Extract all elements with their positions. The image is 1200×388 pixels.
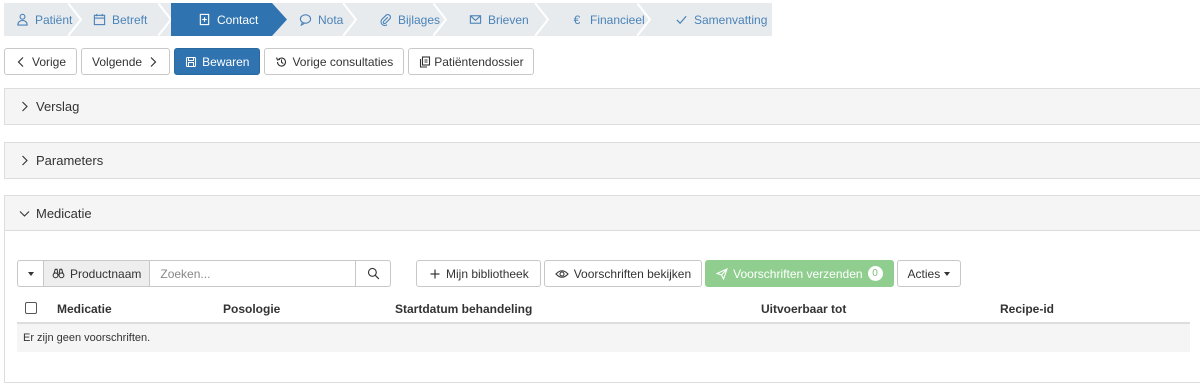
my-library-label: Mijn bibliotheek — [446, 266, 529, 281]
step-label: Contact — [217, 12, 259, 27]
envelope-icon — [468, 13, 482, 27]
wizard-steps: Patiënt Betreft Contact Nota Bijlages Br… — [4, 3, 772, 36]
prescription-count-badge: 0 — [867, 266, 883, 281]
save-button-label: Bewaren — [202, 54, 250, 69]
panel-medicatie-header[interactable]: Medicatie — [5, 196, 1200, 231]
column-header-recipe-id[interactable]: Recipe-id — [1000, 302, 1054, 316]
step-financieel[interactable]: € Financieel — [548, 3, 651, 36]
send-prescriptions-label: Voorschriften verzenden — [733, 266, 863, 281]
prescriptions-table: Medicatie Posologie Startdatum behandeli… — [17, 294, 1190, 352]
actions-label: Acties — [907, 266, 941, 281]
eye-icon — [554, 269, 569, 278]
step-separator — [343, 3, 357, 36]
paper-plane-icon — [716, 267, 729, 280]
panel-parameters-header[interactable]: Parameters — [5, 143, 1200, 178]
empty-table-message: Er zijn geen voorschriften. — [23, 332, 151, 344]
search-field-label: Productnaam — [70, 266, 142, 281]
column-header-medicatie[interactable]: Medicatie — [57, 302, 112, 316]
select-all-checkbox[interactable] — [25, 302, 37, 314]
previous-consultations-button[interactable]: Vorige consultaties — [264, 48, 405, 75]
previous-button[interactable]: Vorige — [4, 48, 78, 75]
patient-dossier-label: Patiëntendossier — [434, 54, 524, 69]
user-icon — [15, 13, 29, 27]
panel-title: Medicatie — [36, 205, 92, 221]
toolbar: Vorige Volgende Bewaren Vorige consultat… — [4, 48, 534, 76]
calendar-icon — [92, 13, 106, 27]
binoculars-icon — [52, 268, 65, 279]
active-step-arrow — [272, 3, 287, 36]
actions-dropdown-button[interactable]: Acties — [896, 260, 962, 287]
save-icon — [186, 56, 197, 67]
save-button[interactable]: Bewaren — [174, 48, 261, 75]
panel-verslag-header[interactable]: Verslag — [5, 89, 1200, 124]
step-label: Brieven — [488, 12, 529, 27]
chevron-right-icon — [150, 56, 157, 67]
step-bijlages[interactable]: Bijlages — [356, 3, 447, 36]
panel-title: Parameters — [36, 153, 104, 168]
search-field-selector[interactable]: Productnaam — [44, 260, 151, 287]
caret-down-icon — [944, 271, 951, 276]
panel-medicatie: Medicatie Productnaam Mijn bibliotheek V… — [4, 195, 1200, 383]
paperclip-icon — [378, 13, 392, 27]
panel-verslag: Verslag — [4, 88, 1200, 125]
step-samenvatting[interactable]: Samenvatting — [650, 3, 772, 36]
comment-icon — [298, 13, 312, 27]
view-prescriptions-label: Voorschriften bekijken — [573, 266, 692, 281]
step-separator — [433, 3, 447, 36]
chevron-right-icon — [22, 101, 28, 112]
step-separator — [68, 3, 82, 36]
step-label: Samenvatting — [694, 12, 768, 27]
copy-file-icon — [420, 55, 431, 68]
step-brieven[interactable]: Brieven — [446, 3, 549, 36]
my-library-button[interactable]: Mijn bibliotheek — [416, 260, 541, 287]
step-separator — [637, 3, 651, 36]
search-input[interactable] — [150, 260, 357, 287]
panel-parameters: Parameters — [4, 142, 1200, 179]
column-header-startdatum[interactable]: Startdatum behandeling — [395, 302, 532, 316]
plus-icon — [430, 269, 440, 278]
step-label: Nota — [318, 12, 344, 27]
step-contact[interactable]: Contact — [171, 3, 287, 36]
chevron-right-icon — [22, 155, 28, 166]
empty-table-row: Er zijn geen voorschriften. — [17, 324, 1190, 352]
medical-file-icon — [197, 13, 211, 27]
check-icon — [674, 13, 688, 27]
step-label: Betreft — [112, 12, 148, 27]
step-separator — [535, 3, 549, 36]
next-button-label: Volgende — [92, 54, 143, 69]
product-search-group: Productnaam — [17, 260, 392, 288]
step-patient[interactable]: Patiënt — [4, 3, 82, 36]
euro-icon: € — [573, 12, 581, 27]
search-button[interactable] — [356, 260, 392, 287]
next-button[interactable]: Volgende — [81, 48, 171, 75]
view-prescriptions-button[interactable]: Voorschriften bekijken — [543, 260, 703, 287]
column-header-posologie[interactable]: Posologie — [223, 302, 280, 316]
search-options-dropdown[interactable] — [17, 260, 44, 287]
patient-dossier-button[interactable]: Patiëntendossier — [408, 48, 534, 75]
caret-down-icon — [27, 271, 34, 276]
column-header-uitvoerbaar[interactable]: Uitvoerbaar tot — [761, 302, 846, 316]
previous-button-label: Vorige — [32, 54, 67, 69]
medication-actions: Mijn bibliotheek Voorschriften bekijken … — [416, 260, 962, 287]
panel-title: Verslag — [36, 99, 80, 114]
chevron-down-icon — [19, 210, 30, 217]
history-icon — [276, 56, 287, 67]
step-betreft[interactable]: Betreft — [81, 3, 172, 36]
send-prescriptions-button[interactable]: Voorschriften verzenden 0 — [705, 260, 894, 287]
step-label: Patiënt — [35, 12, 73, 27]
previous-consultations-label: Vorige consultaties — [292, 54, 394, 69]
step-separator — [158, 3, 172, 36]
search-icon — [367, 267, 380, 280]
chevron-left-icon — [17, 56, 24, 67]
table-header: Medicatie Posologie Startdatum behandeli… — [17, 294, 1190, 324]
